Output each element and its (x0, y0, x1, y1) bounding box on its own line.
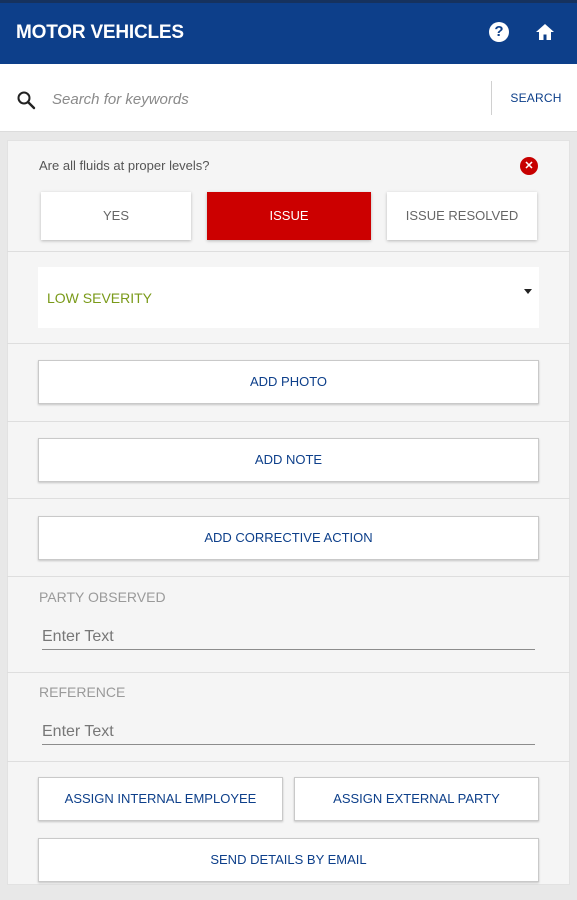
divider (7, 761, 570, 762)
page-title: MOTOR VEHICLES (16, 22, 184, 43)
caret-down-icon (524, 289, 532, 294)
reference-label: REFERENCE (39, 684, 126, 700)
add-note-button[interactable]: ADD NOTE (38, 438, 539, 482)
search-input[interactable] (52, 88, 472, 110)
home-icon[interactable] (535, 22, 555, 42)
party-observed-field[interactable] (42, 624, 535, 650)
add-photo-button[interactable]: ADD PHOTO (38, 360, 539, 404)
divider (7, 421, 570, 422)
search-divider (491, 81, 492, 115)
severity-value: LOW SEVERITY (47, 290, 153, 306)
divider (7, 672, 570, 673)
option-issue-resolved-button[interactable]: ISSUE RESOLVED (387, 192, 537, 240)
app-header: MOTOR VEHICLES ? (0, 0, 577, 64)
severity-dropdown[interactable]: LOW SEVERITY (38, 267, 539, 328)
search-button[interactable]: SEARCH (504, 91, 568, 105)
divider (7, 576, 570, 577)
send-details-email-button[interactable]: SEND DETAILS BY EMAIL (38, 838, 539, 882)
divider (7, 251, 570, 252)
add-corrective-action-button[interactable]: ADD CORRECTIVE ACTION (38, 516, 539, 560)
status-strip (0, 0, 577, 3)
help-icon[interactable]: ? (489, 22, 509, 42)
option-issue-button[interactable]: ISSUE (207, 192, 371, 240)
question-text: Are all fluids at proper levels? (39, 158, 210, 173)
assign-external-party-button[interactable]: ASSIGN EXTERNAL PARTY (294, 777, 539, 821)
divider (7, 498, 570, 499)
close-icon[interactable]: ✕ (520, 157, 538, 175)
option-yes-button[interactable]: YES (41, 192, 191, 240)
divider (7, 343, 570, 344)
assign-internal-employee-button[interactable]: ASSIGN INTERNAL EMPLOYEE (38, 777, 283, 821)
party-observed-label: PARTY OBSERVED (39, 589, 166, 605)
reference-field[interactable] (42, 719, 535, 745)
search-icon (17, 91, 36, 110)
search-bar: SEARCH (0, 64, 577, 132)
